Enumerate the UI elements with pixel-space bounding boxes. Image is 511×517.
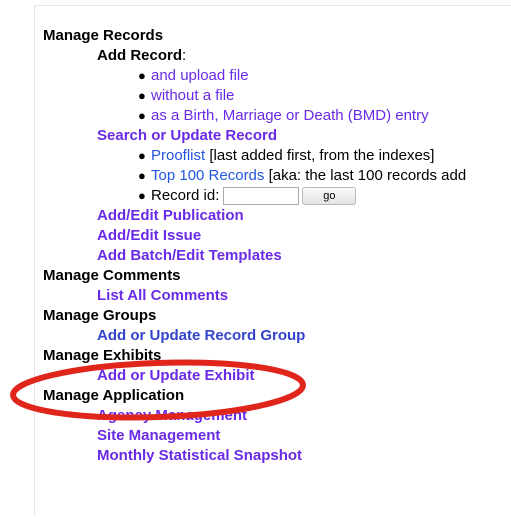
add-edit-publication-link[interactable]: Add/Edit Publication bbox=[97, 207, 244, 224]
admin-menu: Manage Records Add Record: ● and upload f… bbox=[43, 26, 511, 466]
manage-comments-heading: Manage Comments bbox=[43, 267, 181, 284]
go-button[interactable]: go bbox=[302, 187, 357, 206]
upload-file-link[interactable]: and upload file bbox=[151, 67, 249, 84]
list-item: ● Record id: go bbox=[43, 186, 511, 206]
bullet-icon: ● bbox=[138, 188, 146, 203]
search-update-record-link[interactable]: Search or Update Record bbox=[97, 127, 277, 144]
bmd-entry-link[interactable]: as a Birth, Marriage or Death (BMD) entr… bbox=[151, 107, 429, 124]
add-edit-issue-link[interactable]: Add/Edit Issue bbox=[97, 227, 201, 244]
add-update-record-group-link[interactable]: Add or Update Record Group bbox=[97, 327, 305, 344]
bullet-icon: ● bbox=[138, 88, 146, 103]
without-file-link[interactable]: without a file bbox=[151, 87, 234, 104]
list-item: ● Prooflist [last added first, from the i… bbox=[43, 146, 511, 166]
monthly-snapshot-link[interactable]: Monthly Statistical Snapshot bbox=[97, 447, 302, 464]
list-all-comments-link[interactable]: List All Comments bbox=[97, 287, 228, 304]
list-item: ● and upload file bbox=[43, 66, 511, 86]
list-item: ● as a Birth, Marriage or Death (BMD) ent… bbox=[43, 106, 511, 126]
add-record-row: Add Record: bbox=[43, 46, 511, 66]
list-item: ● without a file bbox=[43, 86, 511, 106]
bullet-icon: ● bbox=[138, 148, 146, 163]
record-id-label: Record id: bbox=[151, 187, 220, 204]
search-record-list: ● Prooflist [last added first, from the i… bbox=[43, 146, 511, 206]
add-update-exhibit-link[interactable]: Add or Update Exhibit bbox=[97, 367, 255, 384]
top-100-records-link[interactable]: Top 100 Records bbox=[151, 167, 264, 184]
record-id-input[interactable] bbox=[223, 187, 300, 206]
add-record-colon: : bbox=[182, 47, 187, 64]
bullet-icon: ● bbox=[138, 108, 146, 123]
manage-application-heading: Manage Application bbox=[43, 387, 185, 404]
agency-management-link[interactable]: Agency Management bbox=[97, 407, 247, 424]
bullet-icon: ● bbox=[138, 68, 146, 83]
site-management-link[interactable]: Site Management bbox=[97, 427, 220, 444]
prooflist-link[interactable]: Prooflist bbox=[151, 147, 205, 164]
prooflist-note: [last added first, from the indexes] bbox=[205, 147, 435, 164]
bullet-icon: ● bbox=[138, 168, 146, 183]
manage-records-heading: Manage Records bbox=[43, 27, 164, 44]
list-item: ● Top 100 Records [aka: the last 100 reco… bbox=[43, 166, 511, 186]
add-batch-templates-link[interactable]: Add Batch/Edit Templates bbox=[97, 247, 282, 264]
manage-exhibits-heading: Manage Exhibits bbox=[43, 347, 162, 364]
add-record-list: ● and upload file ● without a file ● as a B… bbox=[43, 66, 511, 126]
manage-groups-heading: Manage Groups bbox=[43, 307, 157, 324]
add-record-label: Add Record bbox=[97, 47, 183, 64]
top-100-note: [aka: the last 100 records add bbox=[264, 167, 467, 184]
